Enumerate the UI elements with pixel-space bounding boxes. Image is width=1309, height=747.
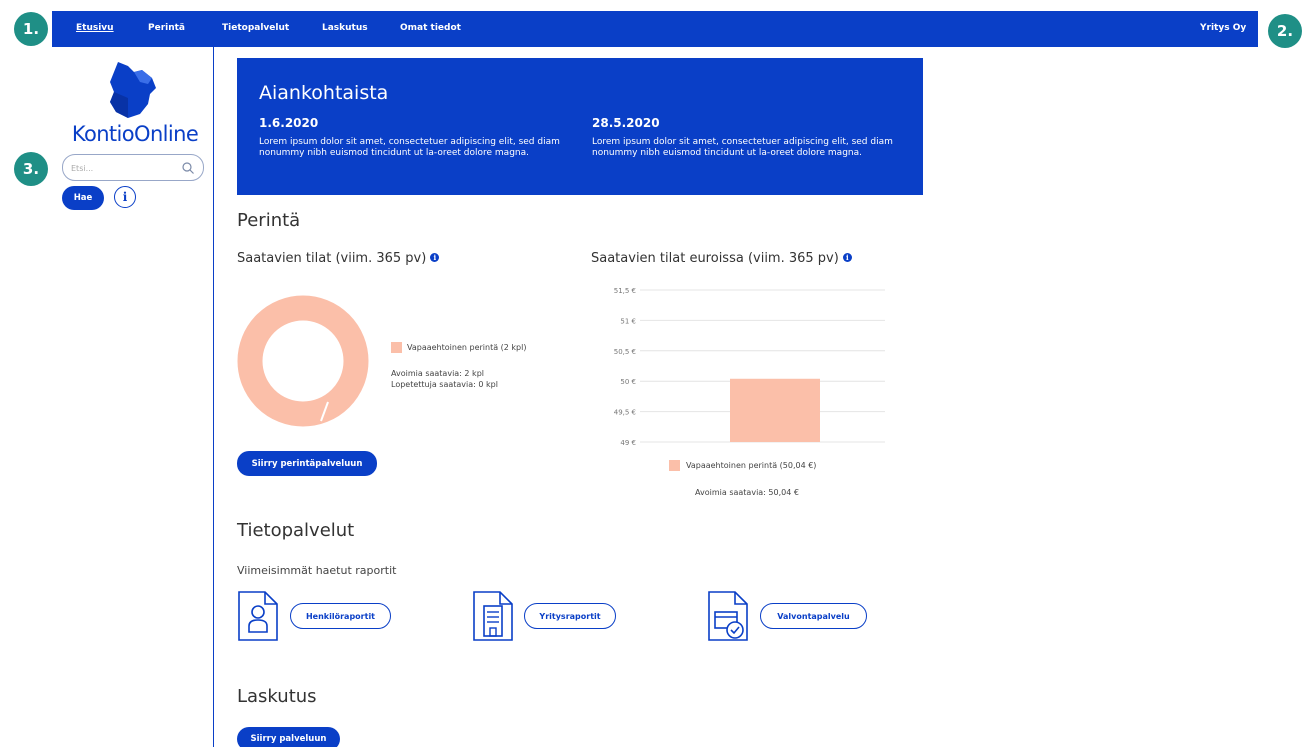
bar-chart: 49 € 49,5 € 50 € 50,5 € 51 € 51,5 € bbox=[614, 287, 885, 447]
y-tick-label: 50,5 € bbox=[614, 348, 636, 356]
news-text: Lorem ipsum dolor sit amet, consectetuer… bbox=[259, 137, 560, 158]
company-reports-button[interactable]: Yritysraportit bbox=[524, 603, 616, 629]
news-date: 28.5.2020 bbox=[592, 116, 660, 130]
monitor-document-icon bbox=[708, 591, 748, 641]
recent-reports-label: Viimeisimmät haetut raportit bbox=[237, 564, 397, 577]
bar-vapaaehtoinen-perinta bbox=[730, 378, 820, 442]
news-date: 1.6.2020 bbox=[259, 116, 319, 130]
brand-wordmark: KontioOnline bbox=[71, 122, 199, 146]
donut-chart-title: Saatavien tilat (viim. 365 pv) i bbox=[237, 251, 440, 266]
bar-chart-title-text: Saatavien tilat euroissa (viim. 365 pv) bbox=[591, 251, 839, 266]
search-button[interactable]: Hae bbox=[62, 186, 104, 210]
company-name[interactable]: Yritys Oy bbox=[1200, 23, 1246, 33]
bar-legend-swatch bbox=[669, 460, 680, 471]
nav-item-laskutus[interactable]: Laskutus bbox=[322, 23, 368, 33]
donut-chart bbox=[237, 295, 369, 427]
y-tick-label: 49,5 € bbox=[614, 409, 636, 417]
nav-item-perinta[interactable]: Perintä bbox=[148, 23, 185, 33]
search-icon[interactable] bbox=[181, 161, 195, 175]
news-text: Lorem ipsum dolor sit amet, consectetuer… bbox=[592, 137, 893, 158]
y-tick-label: 51,5 € bbox=[614, 287, 636, 295]
y-tick-label: 51 € bbox=[620, 317, 636, 325]
open-receivables-count: Avoimia saatavia: 2 kpl bbox=[391, 369, 484, 378]
step-marker-3: 3. bbox=[14, 152, 48, 186]
bar-chart-total: Avoimia saatavia: 50,04 € bbox=[695, 488, 799, 497]
monitoring-service-button[interactable]: Valvontapalvelu bbox=[760, 603, 867, 629]
nav-item-omat-tiedot[interactable]: Omat tiedot bbox=[400, 23, 461, 33]
bar-chart-title: Saatavien tilat euroissa (viim. 365 pv) i bbox=[591, 251, 852, 266]
info-icon[interactable]: i bbox=[430, 253, 440, 262]
person-reports-button[interactable]: Henkilöraportit bbox=[290, 603, 391, 629]
info-icon[interactable]: i bbox=[842, 253, 852, 262]
perinta-heading: Perintä bbox=[237, 210, 301, 231]
donut-chart-title-text: Saatavien tilat (viim. 365 pv) bbox=[237, 251, 427, 266]
donut-legend-swatch bbox=[391, 342, 402, 353]
search-input[interactable] bbox=[71, 161, 181, 175]
laskutus-heading: Laskutus bbox=[237, 686, 317, 707]
step-marker-2: 2. bbox=[1268, 14, 1302, 48]
bar-legend-label: Vapaaehtoinen perintä (50,04 €) bbox=[686, 461, 817, 470]
top-navigation-bar: Etusivu Perintä Tietopalvelut Laskutus O… bbox=[52, 11, 1258, 47]
info-icon[interactable]: i bbox=[114, 186, 136, 208]
step-marker-1: 1. bbox=[14, 12, 48, 46]
bear-logo-icon bbox=[110, 62, 156, 118]
go-to-billing-button[interactable]: Siirry palveluun bbox=[237, 727, 340, 747]
news-banner: Aiankohtaista 1.6.2020 Lorem ipsum dolor… bbox=[237, 58, 923, 195]
y-tick-label: 49 € bbox=[620, 439, 636, 447]
donut-legend-label: Vapaaehtoinen perintä (2 kpl) bbox=[407, 343, 527, 352]
search-field[interactable] bbox=[62, 154, 204, 181]
nav-item-etusivu[interactable]: Etusivu bbox=[76, 23, 114, 33]
closed-receivables-count: Lopetettuja saatavia: 0 kpl bbox=[391, 380, 498, 389]
nav-item-tietopalvelut[interactable]: Tietopalvelut bbox=[222, 23, 289, 33]
donut-slice bbox=[237, 295, 369, 427]
news-title: Aiankohtaista bbox=[259, 82, 389, 104]
tietopalvelut-heading: Tietopalvelut bbox=[237, 520, 355, 541]
building-document-icon bbox=[473, 591, 513, 641]
sidebar-divider bbox=[213, 47, 214, 747]
y-tick-label: 50 € bbox=[620, 378, 636, 386]
go-to-collection-button[interactable]: Siirry perintäpalveluun bbox=[237, 451, 377, 476]
person-document-icon bbox=[238, 591, 278, 641]
